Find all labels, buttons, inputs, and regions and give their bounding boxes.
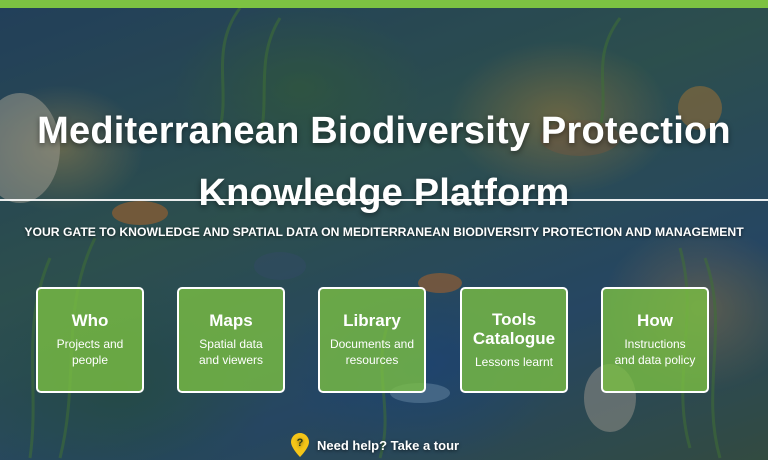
card-title: Who [71, 311, 109, 331]
card-description-line: resources [345, 353, 399, 368]
card-library[interactable]: Library Documents and resources [318, 287, 426, 393]
card-title: Tools Catalogue [473, 310, 555, 348]
card-title-line: Tools [491, 309, 537, 329]
page-title: Mediterranean Biodiversity Protection Kn… [0, 101, 768, 224]
card-description-line: Spatial data [199, 337, 263, 352]
card-tools-catalogue[interactable]: Tools Catalogue Lessons learnt [460, 287, 568, 393]
card-description: Instructions and data policy [615, 337, 696, 369]
card-description: Lessons learnt [475, 355, 553, 371]
card-title: Maps [209, 311, 253, 331]
title-line-1: Mediterranean Biodiversity Protection [37, 110, 731, 153]
card-description: Projects and people [57, 337, 124, 369]
question-pin-icon: ? [291, 433, 309, 457]
card-maps[interactable]: Maps Spatial data and viewers [177, 287, 285, 393]
take-tour-link[interactable]: ? Need help? Take a tour [291, 432, 459, 458]
title-line-2: Knowledge Platform [198, 172, 570, 214]
top-accent-bar [0, 0, 768, 8]
card-who[interactable]: Who Projects and people [36, 287, 144, 393]
card-description-line: people [71, 353, 109, 368]
svg-text:?: ? [297, 437, 304, 449]
take-tour-label: Need help? Take a tour [317, 437, 460, 453]
card-title-line: Catalogue [472, 328, 556, 348]
card-description-line: Lessons learnt [474, 354, 554, 369]
card-description: Spatial data and viewers [199, 337, 263, 369]
card-description: Documents and resources [330, 337, 414, 369]
card-description-line: Documents and [329, 337, 415, 352]
card-title: Library [343, 311, 401, 331]
card-description-line: Instructions [624, 337, 686, 352]
tagline: YOUR GATE TO KNOWLEDGE AND SPATIAL DATA … [24, 225, 744, 239]
card-how[interactable]: How Instructions and data policy [601, 287, 709, 393]
card-description-line: and viewers [198, 353, 264, 368]
card-description-line: and data policy [614, 353, 696, 368]
card-description-line: Projects and [56, 337, 124, 352]
card-title: How [637, 311, 673, 331]
divider [0, 199, 768, 201]
